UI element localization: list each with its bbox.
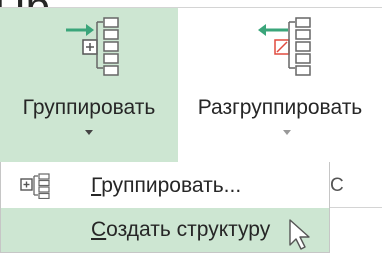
menu-item-text: руппировать... xyxy=(101,174,242,197)
menu-item-group-label: Группировать... xyxy=(91,173,241,199)
menu-item-outline-label: Создать структуру xyxy=(91,217,270,243)
group-rows-icon xyxy=(66,17,119,76)
menu-item-create-outline[interactable]: Создать структуру xyxy=(1,208,329,252)
accesskey-letter: С xyxy=(91,218,107,241)
chevron-down-icon[interactable] xyxy=(283,130,291,135)
divider-line xyxy=(330,207,382,208)
group-button-label: Группировать xyxy=(22,96,156,119)
menu-item-group[interactable]: Группировать... xyxy=(1,164,329,208)
ungroup-button[interactable]: Разгруппировать xyxy=(178,8,382,162)
mouse-cursor-icon xyxy=(289,219,310,250)
group-dropdown-menu: Группировать... Создать структуру xyxy=(0,162,330,253)
group-button[interactable]: Группировать xyxy=(0,8,178,162)
ungroup-button-label: Разгруппировать xyxy=(197,96,363,119)
ungroup-rows-icon xyxy=(258,17,311,76)
menu-item-text: оздать структуру xyxy=(106,218,271,241)
accesskey-letter: Г xyxy=(91,174,102,197)
adjacent-ribbon-fragment: С xyxy=(330,175,344,196)
chevron-down-icon[interactable] xyxy=(85,130,93,135)
group-icon xyxy=(20,173,50,199)
